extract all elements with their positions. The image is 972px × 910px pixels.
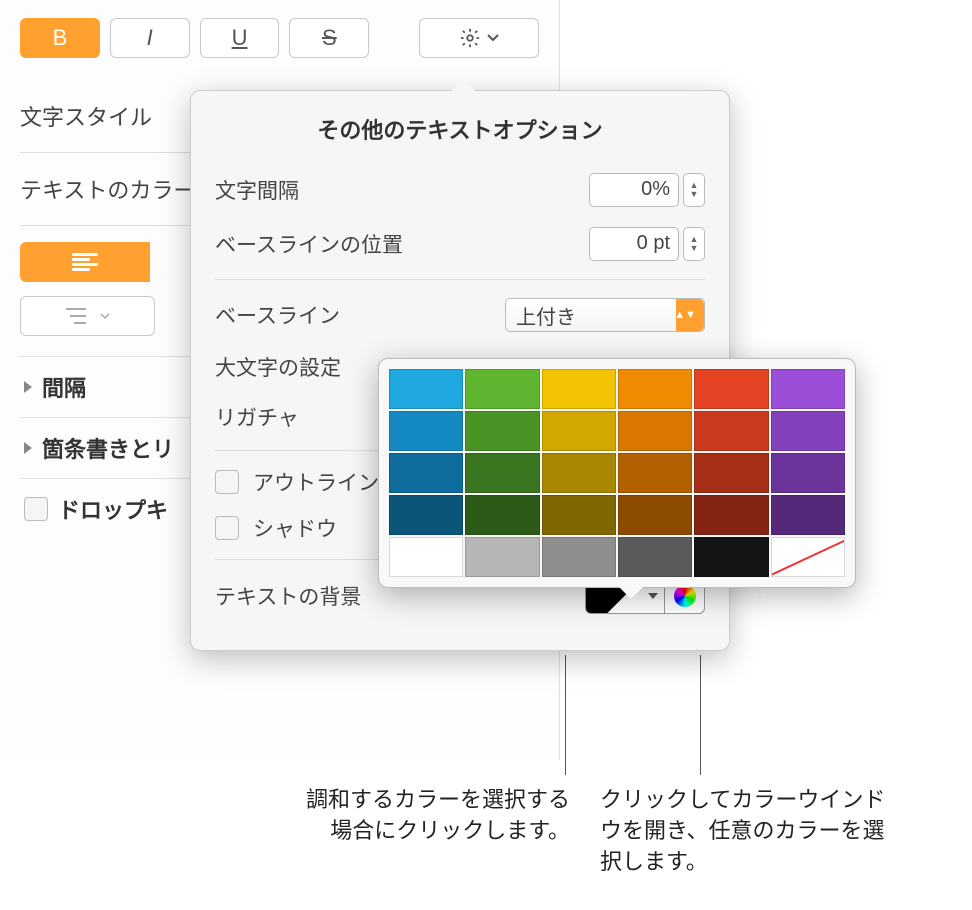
color-swatch[interactable] <box>618 537 692 577</box>
color-swatch[interactable] <box>389 537 463 577</box>
shadow-label: シャドウ <box>253 513 337 543</box>
color-swatch[interactable] <box>465 537 539 577</box>
bold-glyph: B <box>53 25 68 51</box>
ligature-label: リガチャ <box>215 402 299 432</box>
color-swatch[interactable] <box>771 453 845 493</box>
more-text-options-button[interactable] <box>419 18 539 58</box>
spacing-label: 間隔 <box>42 371 86 403</box>
baseline-row: ベースライン 上付き ▲▼ <box>215 288 705 342</box>
no-color-swatch[interactable] <box>771 537 845 577</box>
character-spacing-value[interactable]: 0% <box>589 173 679 207</box>
disclosure-triangle-icon <box>24 381 32 393</box>
color-swatch[interactable] <box>465 453 539 493</box>
color-swatch-grid <box>389 369 845 577</box>
stepper-arrows-icon[interactable]: ▲▼ <box>683 173 705 207</box>
color-swatch[interactable] <box>542 411 616 451</box>
gear-icon <box>459 27 481 49</box>
align-left-button[interactable] <box>20 242 150 282</box>
color-swatch[interactable] <box>618 369 692 409</box>
color-swatch[interactable] <box>389 369 463 409</box>
underline-glyph: U <box>232 25 248 51</box>
color-swatch[interactable] <box>694 453 768 493</box>
color-palette-popover <box>378 358 856 588</box>
outline-checkbox[interactable] <box>215 470 239 494</box>
underline-button[interactable]: U <box>200 18 280 58</box>
color-swatch[interactable] <box>771 411 845 451</box>
color-swatch[interactable] <box>542 369 616 409</box>
text-background-label: テキストの背景 <box>215 581 361 611</box>
dropcap-checkbox[interactable] <box>24 497 48 521</box>
color-wheel-icon <box>674 585 696 607</box>
divider <box>215 279 705 280</box>
color-swatch[interactable] <box>542 453 616 493</box>
stepper-arrows-icon[interactable]: ▲▼ <box>683 227 705 261</box>
color-swatch[interactable] <box>694 369 768 409</box>
color-wheel-callout: クリックしてカラーウインドウを開き、任意のカラーを選択します。 <box>600 785 890 877</box>
color-swatch[interactable] <box>618 495 692 535</box>
color-swatch[interactable] <box>465 411 539 451</box>
chevron-down-icon <box>100 313 110 320</box>
color-swatch[interactable] <box>618 411 692 451</box>
character-spacing-row: 文字間隔 0% ▲▼ <box>215 163 705 217</box>
baseline-shift-label: ベースラインの位置 <box>215 229 403 259</box>
color-swatch[interactable] <box>542 495 616 535</box>
color-swatch[interactable] <box>694 537 768 577</box>
italic-glyph: I <box>147 25 153 51</box>
baseline-select[interactable]: 上付き ▲▼ <box>505 298 705 332</box>
updown-arrows-icon: ▲▼ <box>674 310 696 321</box>
outline-label: アウトライン <box>253 467 379 497</box>
bullets-label: 箇条書きとリ <box>42 432 174 464</box>
color-swatch[interactable] <box>389 495 463 535</box>
bold-button[interactable]: B <box>20 18 100 58</box>
shadow-checkbox[interactable] <box>215 516 239 540</box>
color-swatch[interactable] <box>389 453 463 493</box>
callout-line <box>700 655 701 775</box>
disclosure-triangle-icon <box>24 442 32 454</box>
color-swatch[interactable] <box>618 453 692 493</box>
baseline-select-value: 上付き <box>516 301 576 330</box>
color-swatch[interactable] <box>694 495 768 535</box>
color-swatch[interactable] <box>542 537 616 577</box>
color-swatch[interactable] <box>465 495 539 535</box>
baseline-shift-value[interactable]: 0 pt <box>589 227 679 261</box>
baseline-label: ベースライン <box>215 300 340 330</box>
color-well-callout: 調和するカラーを選択する場合にクリックします。 <box>290 785 570 847</box>
callout-line <box>565 655 566 775</box>
italic-button[interactable]: I <box>110 18 190 58</box>
text-style-buttons: B I U S <box>20 18 539 58</box>
chevron-down-icon <box>487 34 499 42</box>
list-style-button[interactable] <box>20 296 155 336</box>
strike-glyph: S <box>322 25 337 51</box>
color-swatch[interactable] <box>389 411 463 451</box>
baseline-shift-stepper[interactable]: 0 pt ▲▼ <box>589 227 705 261</box>
align-left-icon <box>72 253 98 271</box>
dropcap-label: ドロップキ <box>58 493 168 525</box>
baseline-shift-row: ベースラインの位置 0 pt ▲▼ <box>215 217 705 271</box>
list-icon <box>66 307 92 325</box>
color-swatch[interactable] <box>465 369 539 409</box>
popover-title: その他のテキストオプション <box>215 113 705 145</box>
character-spacing-stepper[interactable]: 0% ▲▼ <box>589 173 705 207</box>
color-swatch[interactable] <box>694 411 768 451</box>
strikethrough-button[interactable]: S <box>289 18 369 58</box>
capitalization-label: 大文字の設定 <box>215 352 341 382</box>
color-swatch[interactable] <box>771 369 845 409</box>
color-swatch[interactable] <box>771 495 845 535</box>
character-spacing-label: 文字間隔 <box>215 175 299 205</box>
